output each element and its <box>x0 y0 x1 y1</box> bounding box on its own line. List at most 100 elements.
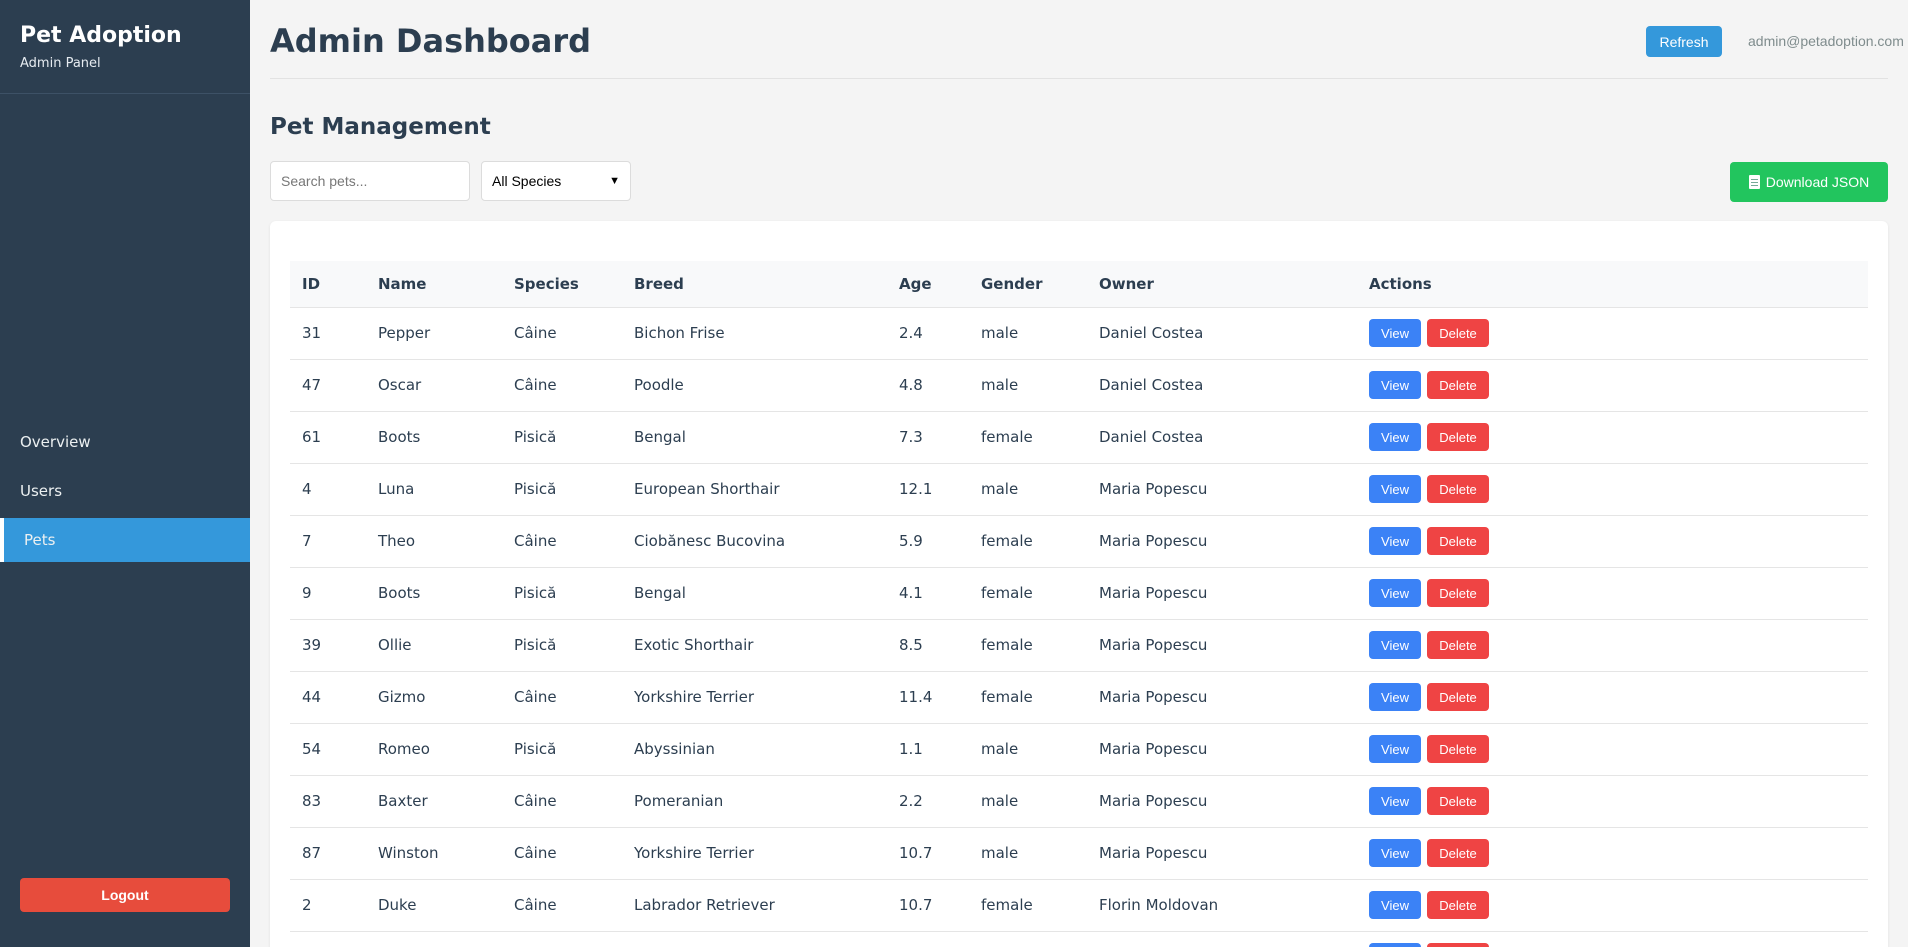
table-row: 9 Boots Pisică Bengal 4.1 female Maria P… <box>290 567 1868 620</box>
cell-id: 44 <box>290 671 366 724</box>
cell-id: 47 <box>290 359 366 412</box>
page-title: Admin Dashboard <box>270 22 592 60</box>
cell-actions: ViewDelete <box>1357 411 1868 464</box>
delete-button[interactable]: Delete <box>1427 319 1489 347</box>
view-button[interactable]: View <box>1369 787 1421 815</box>
cell-owner: Daniel Costea <box>1087 411 1357 464</box>
cell-age: 10.7 <box>887 879 969 932</box>
delete-button[interactable]: Delete <box>1427 735 1489 763</box>
species-select-value: All Species <box>492 173 562 189</box>
table-row: 83 Baxter Câine Pomeranian 2.2 male Mari… <box>290 775 1868 828</box>
cell-name: Pepper <box>366 307 502 360</box>
cell-name: Boots <box>366 567 502 620</box>
cell-breed: Labrador Retriever <box>622 879 887 932</box>
refresh-button[interactable]: Refresh <box>1646 26 1722 57</box>
table-row: 4 Luna Pisică European Shorthair 12.1 ma… <box>290 463 1868 516</box>
view-button[interactable]: View <box>1369 631 1421 659</box>
column-header-owner[interactable]: Owner <box>1087 261 1357 308</box>
cell-id: 2 <box>290 879 366 932</box>
cell-gender: female <box>969 567 1087 620</box>
search-input[interactable] <box>270 161 470 201</box>
view-button[interactable]: View <box>1369 475 1421 503</box>
cell-age: 7.3 <box>887 411 969 464</box>
cell-actions: ViewDelete <box>1357 463 1868 516</box>
cell-age: 2.4 <box>887 307 969 360</box>
logout-button[interactable]: Logout <box>20 878 230 912</box>
cell-actions: ViewDelete <box>1357 723 1868 776</box>
table-row: View Delete <box>290 931 1868 947</box>
cell-species: Pisică <box>502 723 622 776</box>
cell-age: 10.7 <box>887 827 969 880</box>
delete-button[interactable]: Delete <box>1427 631 1489 659</box>
delete-button[interactable]: Delete <box>1427 943 1489 947</box>
cell-species: Pisică <box>502 411 622 464</box>
column-header-species[interactable]: Species <box>502 261 622 308</box>
delete-button[interactable]: Delete <box>1427 527 1489 555</box>
view-button[interactable]: View <box>1369 839 1421 867</box>
page-header: Admin Dashboard Refresh admin@petadoptio… <box>270 0 1904 79</box>
delete-button[interactable]: Delete <box>1427 475 1489 503</box>
cell-age: 12.1 <box>887 463 969 516</box>
cell-species: Pisică <box>502 619 622 672</box>
table-header-row: ID Name Species Breed Age Gender Owner A… <box>290 261 1868 308</box>
view-button[interactable]: View <box>1369 319 1421 347</box>
cell-gender: male <box>969 307 1087 360</box>
cell-owner: Maria Popescu <box>1087 827 1357 880</box>
cell-breed: Bichon Frise <box>622 307 887 360</box>
cell-actions: ViewDelete <box>1357 567 1868 620</box>
delete-button[interactable]: Delete <box>1427 787 1489 815</box>
section-title: Pet Management <box>270 114 491 140</box>
view-button[interactable]: View <box>1369 943 1421 947</box>
main-content: Admin Dashboard Refresh admin@petadoptio… <box>250 0 1908 947</box>
cell-name: Theo <box>366 515 502 568</box>
pets-table: ID Name Species Breed Age Gender Owner A… <box>290 261 1868 947</box>
column-header-gender[interactable]: Gender <box>969 261 1087 308</box>
view-button[interactable]: View <box>1369 371 1421 399</box>
sidebar-item-users[interactable]: Users <box>0 469 250 513</box>
download-json-button[interactable]: Download JSON <box>1730 162 1888 202</box>
cell-breed: European Shorthair <box>622 463 887 516</box>
cell-breed: Ciobănesc Bucovina <box>622 515 887 568</box>
cell-gender: female <box>969 619 1087 672</box>
cell-name: Duke <box>366 879 502 932</box>
sidebar-nav: Overview Users Pets <box>0 420 250 567</box>
view-button[interactable]: View <box>1369 735 1421 763</box>
cell-id: 31 <box>290 307 366 360</box>
delete-button[interactable]: Delete <box>1427 423 1489 451</box>
column-header-id[interactable]: ID <box>290 261 366 308</box>
document-icon <box>1748 175 1760 189</box>
cell-breed: Yorkshire Terrier <box>622 671 887 724</box>
sidebar-item-overview[interactable]: Overview <box>0 420 250 464</box>
sidebar-item-pets[interactable]: Pets <box>0 518 250 562</box>
view-button[interactable]: View <box>1369 683 1421 711</box>
delete-button[interactable]: Delete <box>1427 683 1489 711</box>
delete-button[interactable]: Delete <box>1427 579 1489 607</box>
cell-breed: Bengal <box>622 411 887 464</box>
cell-owner: Maria Popescu <box>1087 723 1357 776</box>
cell-actions: ViewDelete <box>1357 775 1868 828</box>
column-header-breed[interactable]: Breed <box>622 261 887 308</box>
cell-species: Câine <box>502 359 622 412</box>
cell-id: 61 <box>290 411 366 464</box>
species-select[interactable]: All Species ▼ <box>481 161 631 201</box>
delete-button[interactable]: Delete <box>1427 839 1489 867</box>
column-header-actions: Actions <box>1357 261 1868 308</box>
view-button[interactable]: View <box>1369 423 1421 451</box>
cell-gender: male <box>969 827 1087 880</box>
table-row: 54 Romeo Pisică Abyssinian 1.1 male Mari… <box>290 723 1868 776</box>
cell-actions: ViewDelete <box>1357 515 1868 568</box>
column-header-name[interactable]: Name <box>366 261 502 308</box>
view-button[interactable]: View <box>1369 579 1421 607</box>
brand-title: Pet Adoption <box>20 23 182 48</box>
delete-button[interactable]: Delete <box>1427 371 1489 399</box>
delete-button[interactable]: Delete <box>1427 891 1489 919</box>
cell-age: 5.9 <box>887 515 969 568</box>
view-button[interactable]: View <box>1369 527 1421 555</box>
cell-id: 4 <box>290 463 366 516</box>
cell-actions: ViewDelete <box>1357 827 1868 880</box>
cell-species: Câine <box>502 515 622 568</box>
view-button[interactable]: View <box>1369 891 1421 919</box>
cell-owner: Florin Moldovan <box>1087 879 1357 932</box>
column-header-age[interactable]: Age <box>887 261 969 308</box>
cell-owner: Maria Popescu <box>1087 463 1357 516</box>
